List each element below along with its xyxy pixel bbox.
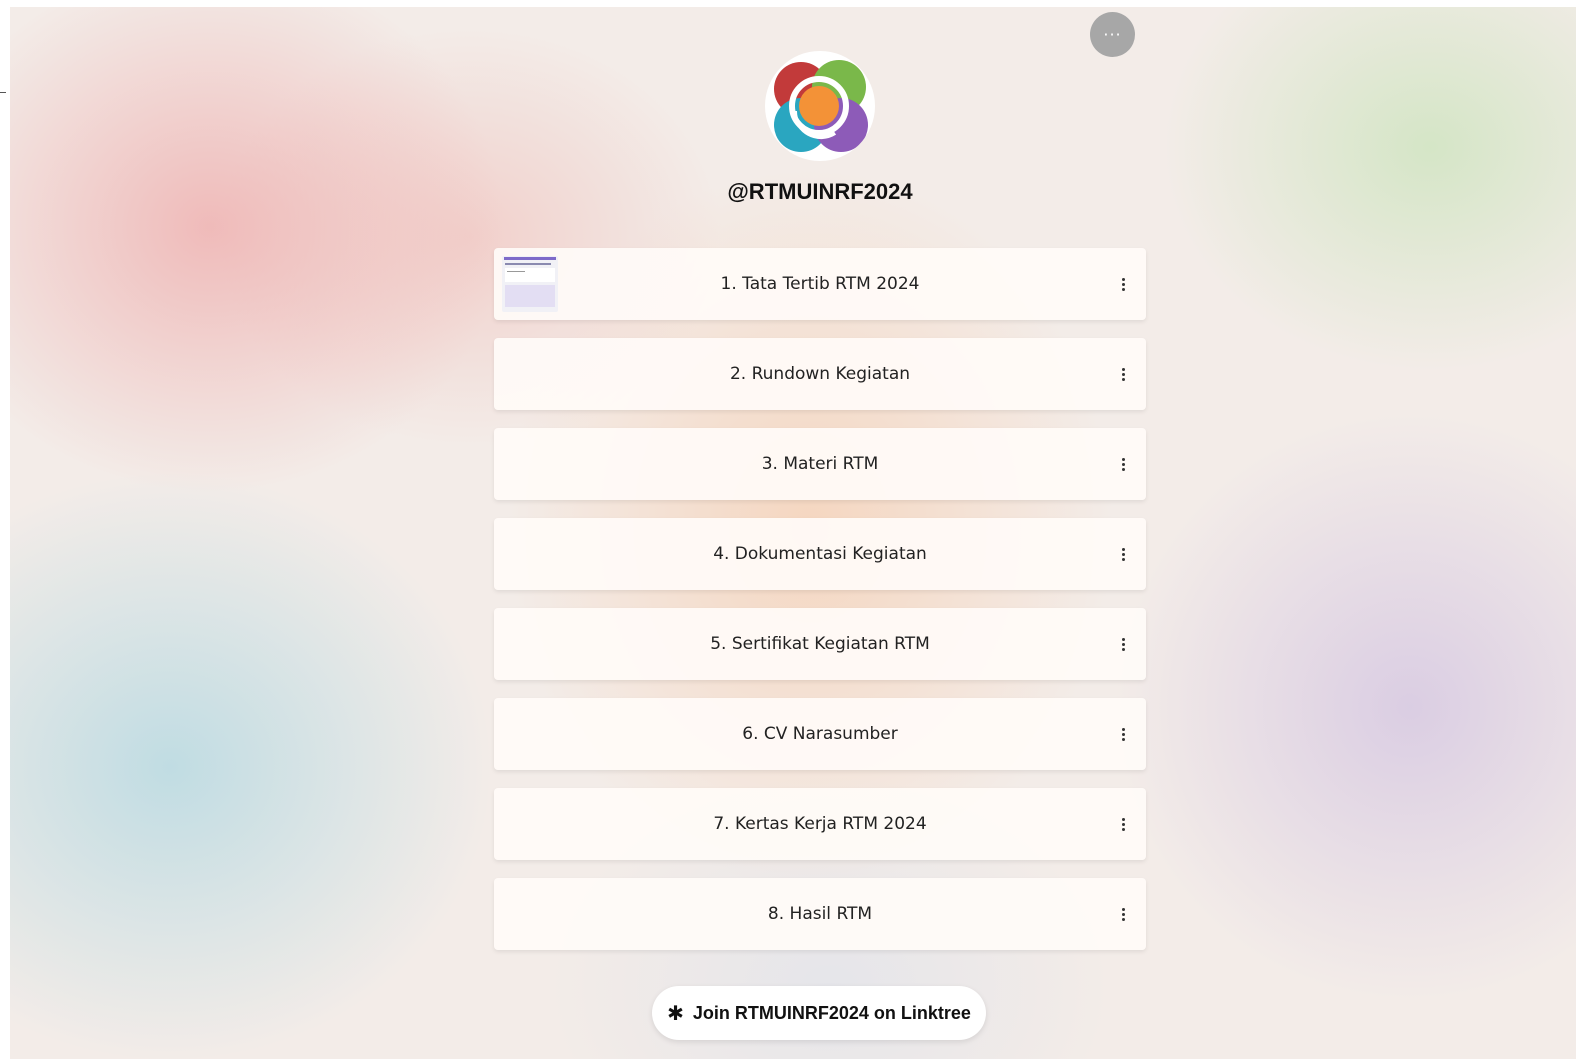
- window-edge-mark: [0, 92, 6, 93]
- kebab-menu-icon[interactable]: [1114, 722, 1132, 746]
- link-card-rundown[interactable]: 2. Rundown Kegiatan: [494, 338, 1146, 410]
- link-label: 4. Dokumentasi Kegiatan: [713, 544, 927, 564]
- link-label: 6. CV Narasumber: [742, 724, 898, 744]
- kebab-menu-icon[interactable]: [1114, 542, 1132, 566]
- flower-logo-icon: [774, 60, 868, 152]
- link-label: 3. Materi RTM: [761, 454, 879, 474]
- link-thumbnail: [502, 256, 558, 312]
- kebab-menu-icon[interactable]: [1114, 362, 1132, 386]
- link-label: 1. Tata Tertib RTM 2024: [720, 274, 920, 294]
- more-dots-icon: ···: [1103, 25, 1122, 44]
- join-linktree-button[interactable]: ✱ Join RTMUINRF2024 on Linktree: [652, 986, 986, 1040]
- link-card-cv-narasumber[interactable]: 6. CV Narasumber: [494, 698, 1146, 770]
- kebab-menu-icon[interactable]: [1114, 452, 1132, 476]
- kebab-menu-icon[interactable]: [1114, 902, 1132, 926]
- join-linktree-label: Join RTMUINRF2024 on Linktree: [692, 1002, 971, 1023]
- link-label: 8. Hasil RTM: [767, 904, 873, 924]
- link-card-tata-tertib[interactable]: 1. Tata Tertib RTM 2024: [494, 248, 1146, 320]
- more-options-button[interactable]: ···: [1090, 12, 1135, 57]
- kebab-menu-icon[interactable]: [1114, 632, 1132, 656]
- link-list: 1. Tata Tertib RTM 2024 2. Rundown Kegia…: [494, 248, 1146, 968]
- profile-avatar: [765, 51, 875, 161]
- kebab-menu-icon[interactable]: [1114, 272, 1132, 296]
- linktree-asterisk-icon: ✱: [667, 1001, 684, 1025]
- link-card-materi[interactable]: 3. Materi RTM: [494, 428, 1146, 500]
- link-label: 5. Sertifikat Kegiatan RTM: [710, 634, 930, 654]
- link-label: 7. Kertas Kerja RTM 2024: [713, 814, 927, 834]
- linktree-page: ··· @RTMUINRF2024 1. Tata Tertib RTM 202…: [10, 7, 1576, 1059]
- link-card-sertifikat[interactable]: 5. Sertifikat Kegiatan RTM: [494, 608, 1146, 680]
- kebab-menu-icon[interactable]: [1114, 812, 1132, 836]
- link-card-kertas-kerja[interactable]: 7. Kertas Kerja RTM 2024: [494, 788, 1146, 860]
- link-card-hasil[interactable]: 8. Hasil RTM: [494, 878, 1146, 950]
- link-label: 2. Rundown Kegiatan: [729, 364, 911, 384]
- profile-handle: @RTMUINRF2024: [727, 179, 913, 204]
- link-card-dokumentasi[interactable]: 4. Dokumentasi Kegiatan: [494, 518, 1146, 590]
